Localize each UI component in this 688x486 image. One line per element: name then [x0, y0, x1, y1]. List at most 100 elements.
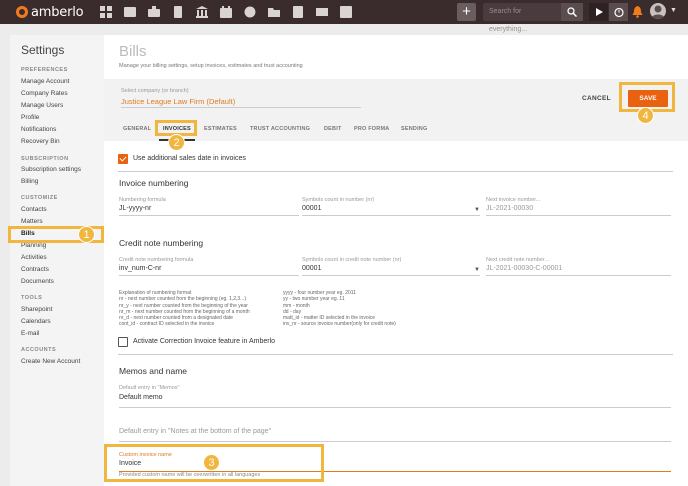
sidebar-item-email[interactable]: E-mail [21, 330, 39, 337]
next-credit-number-label: Next credit note number... [486, 257, 549, 263]
tab-estimates[interactable]: ESTIMATES [204, 126, 237, 132]
invoice-numbering-heading: Invoice numbering [119, 178, 189, 188]
next-credit-number-input[interactable]: JL-2021-00030-C-00001 [486, 265, 562, 272]
sidebar-item-company-rates[interactable]: Company Rates [21, 90, 68, 97]
callout-badge-1: 1 [78, 226, 95, 243]
numbering-explanation-left: Explanation of numbering format nr - nex… [119, 290, 250, 328]
add-new-button[interactable]: + [457, 3, 476, 21]
chevron-down-icon[interactable]: ▼ [474, 267, 480, 273]
company-select[interactable]: Justice League Law Firm (Default) [121, 97, 235, 106]
next-invoice-number-label: Next invoice number... [486, 197, 541, 203]
callout-badge-3: 3 [203, 454, 220, 471]
folder-icon[interactable] [266, 4, 282, 20]
sidebar-item-matters[interactable]: Matters [21, 218, 43, 225]
credit-symbols-label: Symbols count in credit note number (nr) [302, 257, 402, 263]
documents-icon[interactable] [290, 4, 306, 20]
correction-invoice-checkbox[interactable] [118, 337, 128, 347]
play-icon [595, 8, 603, 16]
default-memo-input[interactable]: Default memo [119, 394, 163, 401]
sidebar-item-planning[interactable]: Planning [21, 242, 46, 249]
sidebar-section-subscription: SUBSCRIPTION [21, 156, 69, 162]
explanation-line: nr_y - next number counted from the begi… [119, 302, 248, 309]
sidebar-item-notifications[interactable]: Notifications [21, 126, 56, 133]
page-title: Bills [119, 43, 147, 60]
credit-formula-label: Credit note numbering formula [119, 257, 194, 263]
numbering-formula-underline [119, 215, 299, 216]
next-invoice-number-input[interactable]: JL-2021-00030 [486, 205, 533, 212]
time-icon[interactable] [242, 4, 258, 20]
bills-icon[interactable] [170, 4, 186, 20]
company-select-underline [121, 107, 361, 108]
search-icon [567, 7, 577, 17]
sidebar-item-manage-users[interactable]: Manage Users [21, 102, 63, 109]
correction-invoice-label: Activate Correction Invoice feature in A… [133, 338, 276, 345]
sidebar-item-contracts[interactable]: Contracts [21, 266, 49, 273]
credit-symbols-select[interactable]: 00001 [302, 265, 321, 272]
sidebar-item-sharepoint[interactable]: Sharepoint [21, 306, 52, 313]
sidebar-title: Settings [21, 43, 65, 57]
default-memo-underline [119, 407, 671, 408]
sales-date-label: Use additional sales date in invoices [133, 155, 246, 162]
next-credit-underline [486, 275, 671, 276]
symbols-count-select[interactable]: 00001 [302, 205, 321, 212]
callout-badge-2: 2 [168, 134, 185, 151]
timer-button[interactable] [609, 3, 628, 21]
sidebar-section-tools: TOOLS [21, 295, 43, 301]
user-avatar[interactable] [650, 3, 666, 19]
credit-formula-underline [119, 275, 299, 276]
bills-settings-panel: Bills Manage your billing settings, setu… [104, 35, 688, 486]
numbering-explanation-right: yyyy - four number year eg. 2011 yy - tw… [283, 290, 396, 328]
callout-badge-4: 4 [637, 107, 654, 124]
sidebar-item-create-new-account[interactable]: Create New Account [21, 358, 80, 365]
main-nav-icons [98, 4, 354, 20]
notifications-bell-icon[interactable] [632, 6, 643, 18]
tab-debit[interactable]: DEBIT [324, 126, 342, 132]
reports-icon[interactable] [338, 4, 354, 20]
sidebar-section-customize: CUSTOMIZE [21, 195, 58, 201]
next-invoice-underline [486, 215, 671, 216]
explanation-line: cont_id - contract ID selected in the in… [119, 321, 215, 328]
mail-icon[interactable] [314, 4, 330, 20]
sidebar-item-billing[interactable]: Billing [21, 178, 38, 185]
settings-sidebar: Settings PREFERENCES Manage Account Comp… [10, 35, 104, 486]
sidebar-item-activities[interactable]: Activities [21, 254, 47, 261]
page-subtitle: Manage your billing settings, setup invo… [119, 63, 303, 69]
tab-pro-forma[interactable]: PRO FORMA [354, 126, 389, 132]
tab-sending[interactable]: SENDING [401, 126, 427, 132]
bank-icon[interactable] [194, 4, 210, 20]
notes-bottom-input[interactable]: Default entry in "Notes at the bottom of… [119, 428, 271, 435]
numbering-formula-label: Numbering formula [119, 197, 166, 203]
symbols-count-underline [302, 215, 480, 216]
chevron-down-icon[interactable]: ▼ [474, 207, 480, 213]
sidebar-item-documents[interactable]: Documents [21, 278, 54, 285]
start-timer-button[interactable] [589, 3, 608, 21]
dashboard-icon[interactable] [98, 4, 114, 20]
credit-note-numbering-heading: Credit note numbering [119, 238, 204, 248]
numbering-formula-input[interactable]: JL-yyyy-nr [119, 205, 151, 212]
sidebar-item-subscription-settings[interactable]: Subscription settings [21, 166, 81, 173]
sidebar-item-calendars[interactable]: Calendars [21, 318, 51, 325]
tab-general[interactable]: GENERAL [123, 126, 151, 132]
global-search-input[interactable]: Search for everything... [483, 3, 561, 33]
calendar-icon[interactable] [218, 4, 234, 20]
user-menu-caret-icon[interactable]: ▼ [670, 7, 677, 14]
amberlo-logo[interactable]: amberlo [16, 4, 84, 20]
section-divider [118, 354, 673, 355]
contacts-icon[interactable] [122, 4, 138, 20]
sales-date-checkbox[interactable] [118, 154, 128, 164]
sidebar-item-profile[interactable]: Profile [21, 114, 39, 121]
cancel-button[interactable]: CANCEL [582, 95, 611, 102]
top-navigation-bar: amberlo + Search for everything... ▼ [0, 0, 688, 33]
search-button[interactable] [561, 3, 583, 21]
stopwatch-icon [613, 7, 624, 17]
sidebar-item-recovery-bin[interactable]: Recovery Bin [21, 138, 60, 145]
company-select-label: Select company (or branch) [121, 88, 189, 94]
matters-icon[interactable] [146, 4, 162, 20]
logo-text: amberlo [31, 4, 84, 20]
sidebar-section-preferences: PREFERENCES [21, 67, 68, 73]
sidebar-item-manage-account[interactable]: Manage Account [21, 78, 69, 85]
sidebar-item-contacts[interactable]: Contacts [21, 206, 47, 213]
explanation-line: nr - next number counted from the beginn… [119, 296, 247, 303]
tab-trust-accounting[interactable]: TRUST ACCOUNTING [250, 126, 310, 132]
credit-formula-input[interactable]: inv_num-C-nr [119, 265, 161, 272]
